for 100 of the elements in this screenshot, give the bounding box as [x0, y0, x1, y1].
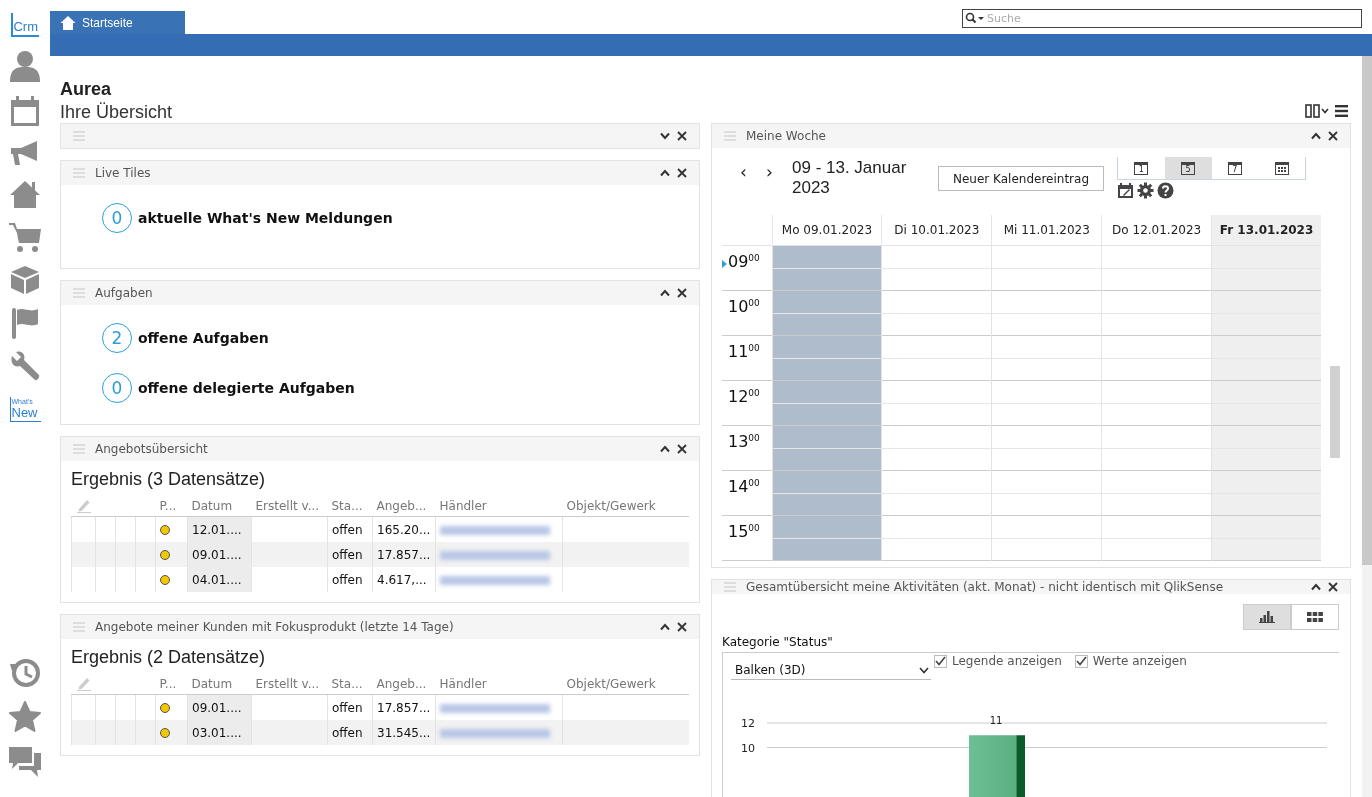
option-label[interactable]: Legende anzeigen	[952, 654, 1062, 668]
result-heading: Ergebnis (2 Datensätze)	[71, 647, 267, 668]
date-range: 09 - 13. Januar 2023	[792, 158, 908, 198]
help-icon[interactable]	[1157, 182, 1174, 199]
column-header[interactable]: Objekt/Gewerk	[566, 677, 656, 691]
collapse-icon[interactable]	[660, 169, 670, 177]
person-icon[interactable]	[8, 49, 42, 83]
view-button[interactable]: 1	[1118, 157, 1165, 179]
previous-button[interactable]: ‹	[740, 162, 766, 182]
calendar-icon[interactable]	[10, 95, 40, 127]
column-header[interactable]: Datum	[191, 499, 233, 513]
drag-handle-icon[interactable]	[73, 622, 85, 632]
tab[interactable]: Startseite	[50, 11, 185, 34]
new-entry-button[interactable]: Neuer Kalendereintrag	[938, 166, 1104, 191]
close-icon[interactable]	[1328, 582, 1338, 592]
column-header[interactable]: Sta...	[331, 677, 363, 691]
star-icon[interactable]	[9, 701, 41, 733]
menu-icon[interactable]	[1335, 105, 1348, 117]
table-cell: 04.01....	[192, 572, 242, 587]
table-cell: 165.20...	[377, 522, 431, 537]
table-cell: 03.01....	[192, 725, 242, 740]
calendar-edit-icon[interactable]	[1117, 182, 1134, 199]
status-dot	[160, 703, 170, 713]
collapse-icon[interactable]	[660, 623, 670, 631]
hour-label: 11$^{00}$	[728, 342, 760, 361]
collapse-icon[interactable]	[1311, 132, 1321, 140]
close-icon[interactable]	[677, 622, 687, 632]
drag-handle-icon[interactable]	[73, 288, 85, 298]
wrench-icon[interactable]	[9, 351, 41, 383]
close-icon[interactable]	[677, 131, 687, 141]
blurred-link[interactable]	[440, 525, 550, 535]
close-icon[interactable]	[677, 168, 687, 178]
day-header[interactable]: Mo 09.01.2023	[781, 223, 873, 237]
blurred-link[interactable]	[440, 550, 550, 560]
checkbox[interactable]	[934, 654, 947, 668]
columns-icon[interactable]	[1305, 104, 1329, 118]
category-label: Kategorie "Status"	[722, 635, 834, 649]
column-header[interactable]: Händler	[439, 499, 487, 513]
blurred-link[interactable]	[440, 728, 550, 738]
chart-type-select[interactable]: Balken (3D)	[731, 661, 931, 680]
settings-icon[interactable]	[1137, 182, 1154, 199]
table-cell: 17.857...	[377, 547, 431, 562]
history-icon[interactable]	[9, 657, 41, 689]
column-header[interactable]: Händler	[439, 677, 487, 691]
drag-handle-icon[interactable]	[73, 168, 85, 178]
column-header[interactable]: Sta...	[331, 499, 363, 513]
page-subtitle: Ihre Übersicht	[60, 102, 173, 123]
collapse-icon[interactable]	[660, 445, 670, 453]
axis-tick-label: 12	[741, 717, 755, 730]
column-header[interactable]: Angeb...	[376, 499, 427, 513]
column-header[interactable]: P...	[159, 499, 177, 513]
tile-label[interactable]: aktuelle What's New Meldungen	[138, 210, 393, 226]
blurred-link[interactable]	[440, 575, 550, 585]
flag-icon[interactable]	[10, 307, 40, 339]
close-icon[interactable]	[1328, 131, 1338, 141]
panel-title: Meine Woche	[746, 129, 826, 143]
next-button[interactable]: ›	[766, 162, 792, 182]
day-header[interactable]: Mi 11.01.2023	[1003, 223, 1090, 237]
collapse-icon[interactable]	[660, 289, 670, 297]
column-header[interactable]: Erstellt v...	[255, 499, 320, 513]
column-header[interactable]: Objekt/Gewerk	[566, 499, 656, 513]
table-cell: offen	[332, 725, 363, 740]
bar-chart-icon[interactable]	[1259, 611, 1275, 623]
column-header[interactable]: Erstellt v...	[255, 677, 320, 691]
chat-icon[interactable]	[8, 745, 42, 779]
table-cell: 31.545...	[377, 725, 431, 740]
view-button[interactable]: 5	[1164, 157, 1212, 179]
search-icon[interactable]	[965, 12, 985, 24]
crm-logo[interactable]: Crm	[11, 13, 39, 37]
grid-icon[interactable]	[1307, 612, 1323, 622]
table-cell: 4.617,...	[377, 572, 427, 587]
search-field[interactable]: Suche	[962, 9, 1362, 28]
scrollbar[interactable]	[1362, 56, 1372, 797]
column-header[interactable]: Angeb...	[376, 677, 427, 691]
result-heading: Ergebnis (3 Datensätze)	[71, 469, 267, 490]
tile-label[interactable]: offene delegierte Aufgaben	[138, 380, 355, 396]
house-icon[interactable]	[9, 179, 41, 209]
data-label: 11	[989, 715, 1003, 727]
column-header[interactable]: Datum	[191, 677, 233, 691]
hour-label: 14$^{00}$	[728, 477, 760, 496]
collapse-icon[interactable]	[1311, 583, 1321, 591]
checkbox[interactable]	[1074, 654, 1088, 668]
drag-handle-icon[interactable]	[724, 582, 736, 592]
box-icon[interactable]	[10, 265, 40, 295]
day-header[interactable]: Do 12.01.2023	[1112, 223, 1202, 237]
tile-label[interactable]: offene Aufgaben	[138, 330, 269, 346]
expand-icon[interactable]	[660, 132, 670, 140]
drag-handle-icon[interactable]	[73, 131, 85, 141]
drag-handle-icon[interactable]	[724, 131, 736, 141]
hour-label: 09$^{00}$	[728, 252, 760, 271]
day-header[interactable]: Di 10.01.2023	[894, 223, 980, 237]
close-icon[interactable]	[677, 288, 687, 298]
close-icon[interactable]	[677, 444, 687, 454]
option-label[interactable]: Werte anzeigen	[1092, 654, 1187, 668]
view-button[interactable]: 7	[1211, 157, 1259, 179]
table-cell: 17.857...	[377, 700, 431, 715]
column-header[interactable]: P...	[159, 677, 177, 691]
cart-icon[interactable]	[8, 221, 42, 253]
drag-handle-icon[interactable]	[73, 444, 85, 454]
blurred-link[interactable]	[440, 703, 550, 713]
